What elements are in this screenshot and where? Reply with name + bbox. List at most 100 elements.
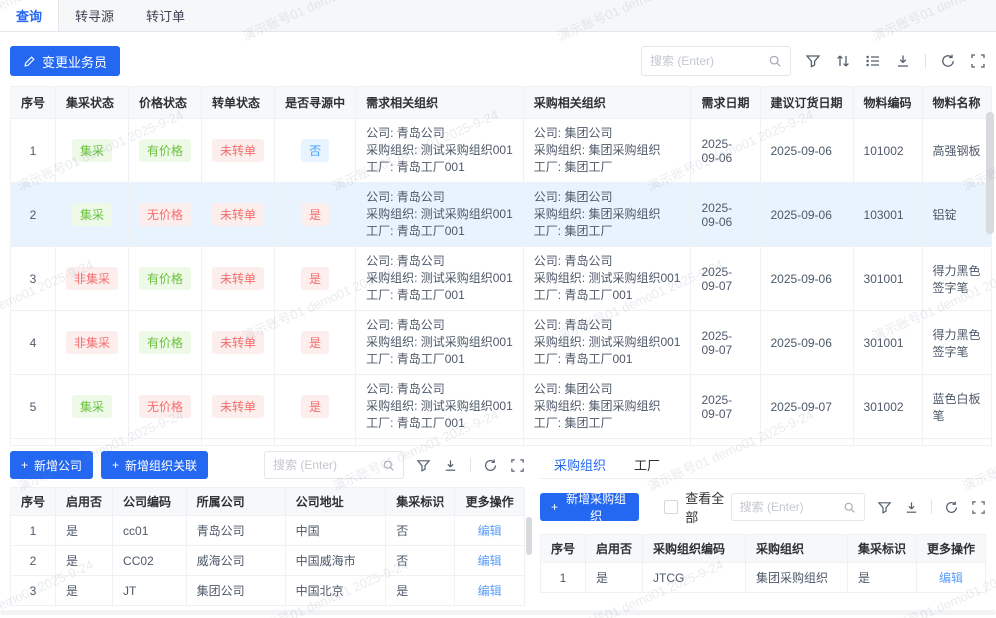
column-header[interactable]: 集采标识 (847, 535, 916, 563)
table-row[interactable]: 3是JT集团公司中国北京是编辑 (11, 576, 525, 606)
table-row[interactable]: 1集采有价格未转单否公司: 青岛公司采购组织: 测试采购组织001工厂: 青岛工… (11, 119, 992, 183)
filter-icon[interactable] (877, 500, 892, 515)
cell-demand_date: 2025-09-07 (691, 311, 760, 375)
view-all-checkbox-wrap[interactable]: 查看全部 (664, 488, 730, 526)
main-search-box[interactable] (641, 46, 791, 76)
cell-material_code: 101002 (853, 119, 922, 183)
sort-icon[interactable] (835, 53, 851, 69)
status-badge: 无价格 (139, 395, 191, 418)
company-search-box[interactable] (264, 451, 404, 479)
cell-price_status: 无价格 (129, 183, 202, 247)
refresh-icon[interactable] (944, 500, 959, 515)
edit-link[interactable]: 编辑 (478, 584, 502, 598)
fullscreen-icon[interactable] (971, 500, 986, 515)
horizontal-scrollbar-track[interactable] (0, 610, 996, 615)
download-icon[interactable] (443, 458, 458, 473)
cell: 否 (386, 516, 455, 546)
change-salesman-button[interactable]: 变更业务员 (10, 46, 120, 76)
column-header-demand_date[interactable]: 需求日期 (691, 87, 760, 119)
column-header-material_code[interactable]: 物料编码 (853, 87, 922, 119)
column-header[interactable]: 序号 (11, 488, 56, 516)
column-header-collective_status[interactable]: 集采状态 (56, 87, 129, 119)
org-tab-0[interactable]: 采购组织 (540, 455, 620, 474)
column-header-suggested_date[interactable]: 建议订货日期 (760, 87, 853, 119)
column-header[interactable]: 更多操作 (916, 535, 985, 563)
table-row[interactable]: 2集采无价格未转单是公司: 青岛公司采购组织: 测试采购组织001工厂: 青岛工… (11, 183, 992, 247)
status-badge: 未转单 (212, 331, 264, 354)
edit-link[interactable]: 编辑 (478, 554, 502, 568)
edit-link[interactable]: 编辑 (478, 524, 502, 538)
purchase-org-search-input[interactable] (740, 500, 843, 514)
cell-purchase_org: 公司: 集团公司采购组织: 集团采购组织工厂: 集团工厂 (523, 119, 691, 183)
column-header-sourcing[interactable]: 是否寻源中 (275, 87, 356, 119)
top-tab-2[interactable]: 转订单 (130, 0, 201, 31)
table-row[interactable]: 1是JTCG集团采购组织是编辑 (541, 563, 986, 593)
cell-price_status: 无价格 (129, 375, 202, 439)
table-row[interactable]: 4非集采有价格未转单是公司: 青岛公司采购组织: 测试采购组织001工厂: 青岛… (11, 311, 992, 375)
top-tab-0[interactable]: 查询 (0, 0, 59, 31)
cell-material_code: 301002 (853, 375, 922, 439)
column-header-seq[interactable]: 序号 (11, 87, 56, 119)
table-row[interactable]: 3非集采有价格未转单是公司: 青岛公司采购组织: 测试采购组织001工厂: 青岛… (11, 247, 992, 311)
column-header[interactable]: 序号 (541, 535, 586, 563)
column-header-material_name[interactable]: 物料名称 (922, 87, 991, 119)
column-list-icon[interactable] (865, 53, 881, 69)
column-header-demand_org[interactable]: 需求相关组织 (356, 87, 524, 119)
cell-transfer_status: 未转单 (202, 311, 275, 375)
add-company-button[interactable]: + 新增公司 (10, 451, 93, 479)
view-all-label: 查看全部 (685, 488, 730, 526)
status-badge: 集采 (72, 139, 112, 162)
company-search-input[interactable] (273, 458, 382, 472)
edit-link[interactable]: 编辑 (939, 571, 963, 585)
org-tab-1[interactable]: 工厂 (620, 455, 674, 474)
column-header[interactable]: 启用否 (586, 535, 643, 563)
add-purchase-org-button[interactable]: + 新增采购组织 (540, 493, 639, 521)
cell-price_status: 有价格 (129, 119, 202, 183)
column-header[interactable]: 采购组织 (746, 535, 848, 563)
download-icon[interactable] (895, 53, 911, 69)
filter-icon[interactable] (416, 458, 431, 473)
table-row[interactable]: 2是CC02威海公司中国威海市否编辑 (11, 546, 525, 576)
org-line: 工厂: 集团工厂 (534, 415, 681, 432)
cell-seq: 1 (11, 119, 56, 183)
fullscreen-icon[interactable] (510, 458, 525, 473)
column-header-price_status[interactable]: 价格状态 (129, 87, 202, 119)
column-header-purchase_org[interactable]: 采购相关组织 (523, 87, 691, 119)
main-search-input[interactable] (650, 54, 768, 68)
column-header[interactable]: 采购组织编码 (643, 535, 746, 563)
column-header-transfer_status[interactable]: 转单状态 (202, 87, 275, 119)
vertical-scrollbar-thumb[interactable] (986, 112, 994, 234)
cell-demand_date: 2025-09-07 (691, 247, 760, 311)
table-row[interactable]: 1是cc01青岛公司中国否编辑 (11, 516, 525, 546)
cell-purchase_org: 公司: 青岛公司采购组织: 测试采购组织001工厂: 青岛工厂001 (523, 311, 691, 375)
cell: 1 (11, 516, 56, 546)
column-header[interactable]: 公司地址 (285, 488, 386, 516)
purchase-org-search-box[interactable] (731, 493, 865, 521)
view-all-checkbox[interactable] (664, 500, 678, 514)
refresh-icon[interactable] (483, 458, 498, 473)
search-icon[interactable] (768, 54, 782, 68)
column-header[interactable]: 集采标识 (386, 488, 455, 516)
status-badge: 未转单 (212, 139, 264, 162)
download-icon[interactable] (904, 500, 919, 515)
search-icon[interactable] (843, 501, 856, 514)
column-header[interactable]: 启用否 (56, 488, 113, 516)
add-org-relation-button[interactable]: + 新增组织关联 (101, 451, 208, 479)
org-line: 采购组织: 测试采购组织001 (366, 142, 513, 159)
bottom-section: + 新增公司 + 新增组织关联 (10, 451, 986, 606)
cell-sourcing: 是 (275, 375, 356, 439)
fullscreen-icon[interactable] (970, 53, 986, 69)
status-badge: 未转单 (212, 267, 264, 290)
vertical-scrollbar-thumb[interactable] (526, 517, 532, 555)
org-line: 工厂: 青岛工厂001 (366, 415, 513, 432)
top-tab-1[interactable]: 转寻源 (59, 0, 130, 31)
cell-sourcing: 是 (275, 247, 356, 311)
filter-icon[interactable] (805, 53, 821, 69)
column-header[interactable]: 所属公司 (186, 488, 285, 516)
column-header[interactable]: 更多操作 (455, 488, 525, 516)
refresh-icon[interactable] (940, 53, 956, 69)
org-line: 采购组织: 测试采购组织001 (366, 270, 513, 287)
search-icon[interactable] (382, 459, 395, 472)
column-header[interactable]: 公司编码 (113, 488, 187, 516)
table-row[interactable]: 5集采无价格未转单是公司: 青岛公司采购组织: 测试采购组织001工厂: 青岛工… (11, 375, 992, 439)
